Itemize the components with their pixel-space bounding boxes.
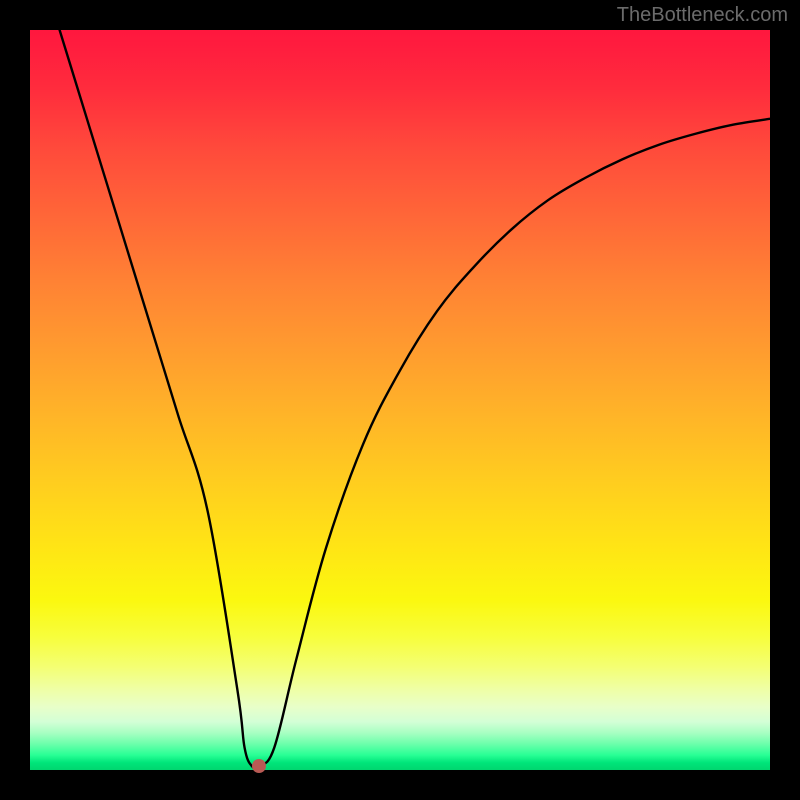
plot-area: [30, 30, 770, 770]
bottleneck-curve: [60, 30, 770, 769]
minimum-marker: [252, 759, 266, 773]
watermark-text: TheBottleneck.com: [617, 4, 788, 27]
curve-svg: [30, 30, 770, 770]
